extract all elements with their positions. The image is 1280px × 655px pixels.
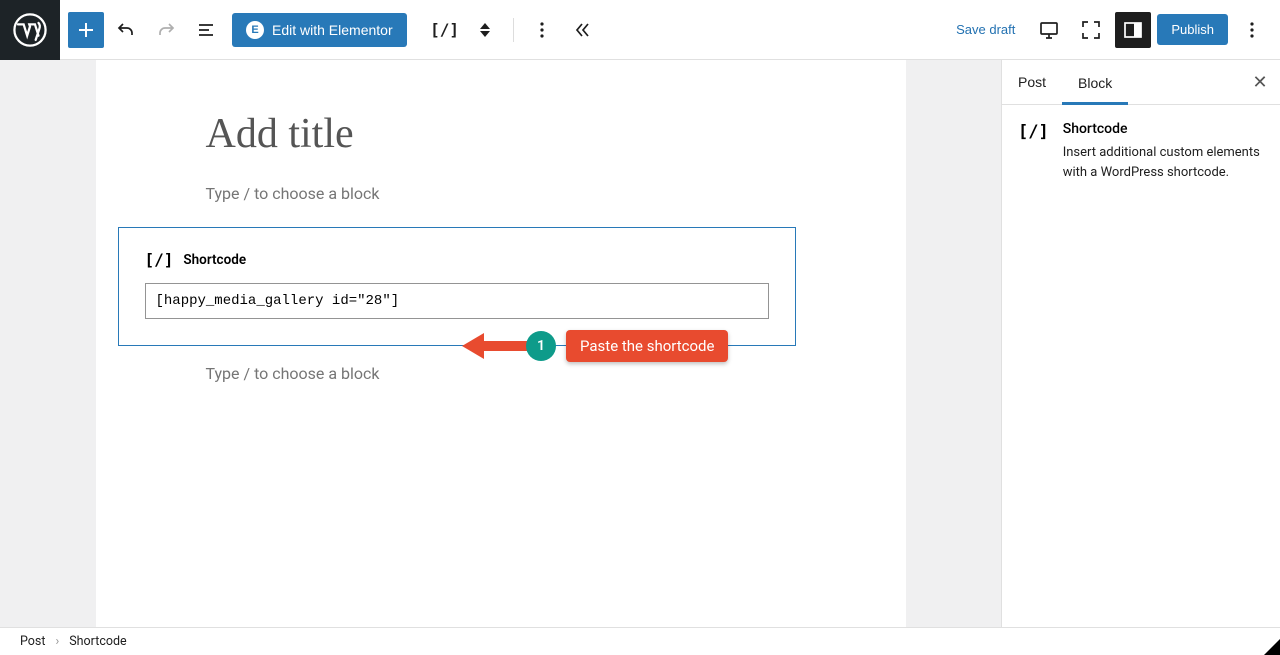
shortcode-block-label: Shortcode <box>183 252 246 268</box>
shortcode-icon: [/] <box>1018 121 1049 142</box>
shortcode-block[interactable]: [/] Shortcode <box>118 227 796 346</box>
editor-topbar: E Edit with Elementor [/] Save draft <box>0 0 1280 60</box>
tutorial-annotation: 1 Paste the shortcode <box>462 330 728 362</box>
shortcode-icon: [/] <box>430 20 459 39</box>
chevron-right-icon: › <box>55 634 59 649</box>
plus-icon <box>74 18 98 42</box>
elementor-label: Edit with Elementor <box>272 22 393 38</box>
shortcode-icon: [/] <box>145 250 174 269</box>
preview-button[interactable] <box>1031 12 1067 48</box>
tab-block[interactable]: Block <box>1062 60 1128 105</box>
wordpress-icon <box>13 13 47 47</box>
block-options-button[interactable] <box>524 12 560 48</box>
undo-button[interactable] <box>108 12 144 48</box>
publish-button[interactable]: Publish <box>1157 14 1228 45</box>
move-updown-icon <box>480 23 490 37</box>
add-block-button[interactable] <box>68 12 104 48</box>
fullscreen-icon <box>1079 18 1103 42</box>
settings-sidebar: Post Block ✕ [/] Shortcode Insert additi… <box>1001 60 1280 627</box>
collapse-toolbar-button[interactable] <box>564 12 600 48</box>
settings-sidebar-button[interactable] <box>1115 12 1151 48</box>
wordpress-logo[interactable] <box>0 0 60 60</box>
elementor-icon: E <box>246 21 264 39</box>
post-title-input[interactable]: Add title <box>96 110 906 178</box>
undo-icon <box>114 18 138 42</box>
block-appender-before[interactable]: Type / to choose a block <box>96 178 906 227</box>
breadcrumb: Post › Shortcode <box>0 627 1280 655</box>
kebab-icon <box>530 18 554 42</box>
edit-with-elementor-button[interactable]: E Edit with Elementor <box>232 13 407 47</box>
arrow-left-icon <box>462 331 532 361</box>
shortcode-input[interactable] <box>145 283 769 319</box>
panel-block-description: Insert additional custom elements with a… <box>1063 143 1264 182</box>
tab-post[interactable]: Post <box>1002 60 1062 104</box>
annotation-text: Paste the shortcode <box>566 330 728 362</box>
breadcrumb-current[interactable]: Shortcode <box>69 634 126 649</box>
save-draft-button[interactable]: Save draft <box>946 14 1025 45</box>
divider <box>513 18 514 42</box>
kebab-icon <box>1240 18 1264 42</box>
list-view-icon <box>194 18 218 42</box>
desktop-icon <box>1037 18 1061 42</box>
close-sidebar-button[interactable]: ✕ <box>1240 60 1280 104</box>
fullscreen-button[interactable] <box>1073 12 1109 48</box>
close-icon: ✕ <box>1252 72 1267 93</box>
breadcrumb-root[interactable]: Post <box>20 634 45 649</box>
panel-block-title: Shortcode <box>1063 121 1264 137</box>
document-overview-button[interactable] <box>188 12 224 48</box>
redo-button[interactable] <box>148 12 184 48</box>
move-block-button[interactable] <box>467 12 503 48</box>
annotation-step-number: 1 <box>526 331 556 361</box>
redo-icon <box>154 18 178 42</box>
more-options-button[interactable] <box>1234 12 1270 48</box>
sidebar-icon <box>1121 18 1145 42</box>
block-type-button[interactable]: [/] <box>427 12 463 48</box>
chevron-double-left-icon <box>570 18 594 42</box>
resize-handle-icon[interactable] <box>1264 639 1280 655</box>
